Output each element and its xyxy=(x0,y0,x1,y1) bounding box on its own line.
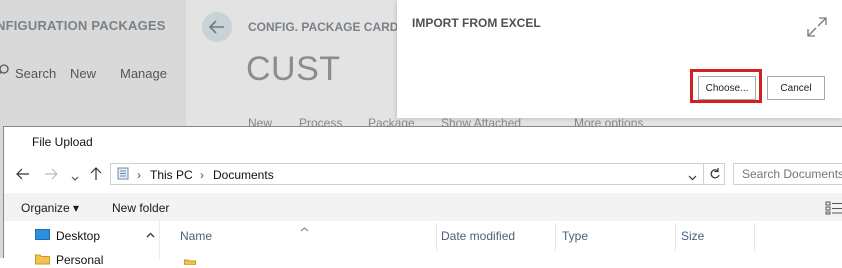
back-nav-icon[interactable] xyxy=(16,167,30,183)
address-bar[interactable]: › This PC › Documents xyxy=(110,163,725,185)
new-folder-button[interactable]: New folder xyxy=(112,201,169,215)
card-title: CUST xyxy=(246,50,341,88)
forward-nav-icon[interactable] xyxy=(44,167,58,183)
up-level-icon[interactable] xyxy=(90,167,102,184)
breadcrumb-chevron-icon[interactable]: › xyxy=(200,168,204,182)
search-documents-field[interactable] xyxy=(733,163,842,185)
file-upload-window: File Upload › This PC › Documents Organi… xyxy=(3,126,842,267)
personal-folder-icon xyxy=(35,253,50,268)
dialog-title: IMPORT FROM EXCEL xyxy=(412,16,541,30)
column-header-type[interactable]: Type xyxy=(562,229,588,243)
list-page-title: NFIGURATION PACKAGES xyxy=(0,18,166,33)
manage-action[interactable]: Manage xyxy=(120,66,167,81)
search-action[interactable]: Search xyxy=(15,66,56,81)
column-divider xyxy=(675,223,676,251)
documents-folder-icon xyxy=(117,167,129,183)
pane-divider xyxy=(159,221,160,259)
sort-indicator-icon xyxy=(300,221,309,235)
tree-scroll-up-icon[interactable] xyxy=(146,227,155,241)
cancel-button[interactable]: Cancel xyxy=(767,76,825,100)
search-icon[interactable] xyxy=(0,64,9,81)
window-title: File Upload xyxy=(32,135,93,149)
breadcrumb-documents[interactable]: Documents xyxy=(213,168,274,182)
address-dropdown-chevron-icon[interactable] xyxy=(688,170,697,184)
tree-item-desktop[interactable]: Desktop xyxy=(56,229,100,243)
highlight-box xyxy=(690,69,762,103)
breadcrumb-this-pc[interactable]: This PC xyxy=(150,168,193,182)
column-header-size[interactable]: Size xyxy=(681,229,704,243)
column-divider xyxy=(555,223,556,251)
back-arrow-icon[interactable] xyxy=(202,12,232,42)
column-header-name[interactable]: Name xyxy=(180,229,212,243)
organize-menu[interactable]: Organize ▾ xyxy=(21,201,79,215)
search-documents-input[interactable] xyxy=(742,167,842,181)
column-divider xyxy=(754,223,755,251)
file-row-folder-icon xyxy=(184,254,196,268)
desktop-folder-icon xyxy=(35,229,50,244)
new-action[interactable]: New xyxy=(70,66,96,81)
expand-icon[interactable] xyxy=(806,16,828,38)
recent-locations-chevron-icon[interactable] xyxy=(71,169,79,185)
view-options-icon[interactable] xyxy=(825,201,842,215)
breadcrumb-chevron-icon[interactable]: › xyxy=(137,168,141,182)
tree-item-personal[interactable]: Personal xyxy=(56,253,103,267)
card-caption: CONFIG. PACKAGE CARD xyxy=(248,20,399,34)
refresh-icon[interactable] xyxy=(703,163,725,185)
column-divider xyxy=(436,223,437,251)
column-header-date-modified[interactable]: Date modified xyxy=(441,229,515,243)
import-from-excel-dialog: IMPORT FROM EXCEL Choose... Cancel xyxy=(397,0,842,118)
